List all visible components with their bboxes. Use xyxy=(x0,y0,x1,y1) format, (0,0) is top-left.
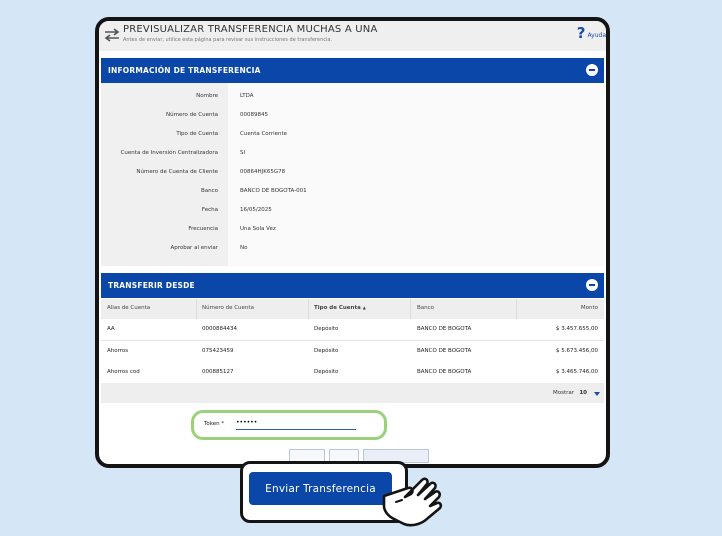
info-label: Número de Cuenta de Cliente xyxy=(136,169,218,175)
column-header-number[interactable]: Número de Cuenta xyxy=(202,305,254,311)
info-label: Cuenta de Inversión Centralizadora xyxy=(120,150,218,156)
transfer-arrows-icon xyxy=(104,28,120,42)
cell-alias: AA xyxy=(107,326,115,332)
token-label: Token * xyxy=(204,421,225,427)
cell-amount: $ 3.457.655,00 xyxy=(556,326,598,332)
cell-number: 075423459 xyxy=(202,348,234,354)
info-value: 00089845 xyxy=(240,112,268,118)
cell-bank: BANCO DE BOGOTA xyxy=(417,369,472,375)
cell-bank: BANCO DE BOGOTA xyxy=(417,348,472,354)
info-label: Número de Cuenta xyxy=(166,112,218,118)
info-row: Nombre LTDA xyxy=(101,88,604,106)
info-row: Número de Cuenta 00089845 xyxy=(101,107,604,125)
info-section-header[interactable]: INFORMACIÓN DE TRANSFERENCIA xyxy=(101,58,604,83)
info-row: Aprobar al enviar No xyxy=(101,240,604,258)
info-value: LTDA xyxy=(240,93,254,99)
info-value: Cuenta Corriente xyxy=(240,131,288,137)
info-label: Fecha xyxy=(201,207,218,213)
transfer-from-header[interactable]: TRANSFERIR DESDE xyxy=(101,273,604,298)
cell-type: Depósito xyxy=(314,326,339,332)
info-value: No xyxy=(240,245,248,251)
info-row: Fecha 16/05/2025 xyxy=(101,202,604,220)
collapse-minus-icon[interactable] xyxy=(586,64,598,76)
table-row[interactable]: AA 0000884434 Depósito BANCO DE BOGOTA $… xyxy=(101,319,604,341)
column-divider xyxy=(196,299,197,319)
info-label: Tipo de Cuenta xyxy=(176,131,218,137)
chevron-down-icon[interactable] xyxy=(594,392,600,396)
collapse-minus-icon[interactable] xyxy=(586,279,598,291)
info-value: BANCO DE BOGOTA-001 xyxy=(240,188,307,194)
column-header-type-label[interactable]: Tipo de Cuenta xyxy=(314,305,361,311)
help-link[interactable]: ? Ayuda xyxy=(577,24,606,42)
page-subtitle: Antes de enviar, utilice esta página par… xyxy=(123,37,333,43)
send-transfer-button[interactable]: Enviar Transferencia xyxy=(249,472,392,505)
cell-bank: BANCO DE BOGOTA xyxy=(417,326,472,332)
info-row: Frecuencia Una Sola Vez xyxy=(101,221,604,239)
cell-number: 0000884434 xyxy=(202,326,237,332)
info-row: Cuenta de Inversión Centralizadora SI xyxy=(101,145,604,163)
page-size-label: Mostrar xyxy=(552,390,574,396)
page-header: PREVISUALIZAR TRANSFERENCIA MUCHAS A UNA… xyxy=(99,21,606,51)
cell-number: 000885127 xyxy=(202,369,234,375)
browser-window: PREVISUALIZAR TRANSFERENCIA MUCHAS A UNA… xyxy=(95,17,610,468)
info-value: SI xyxy=(240,150,246,156)
cell-amount: $ 5.673.456,00 xyxy=(556,348,598,354)
info-label: Frecuencia xyxy=(188,226,218,232)
pointing-hand-icon xyxy=(382,477,443,527)
question-mark-icon[interactable]: ? xyxy=(577,24,586,42)
page-title: PREVISUALIZAR TRANSFERENCIA MUCHAS A UNA xyxy=(123,24,378,35)
info-section-title: INFORMACIÓN DE TRANSFERENCIA xyxy=(108,66,261,75)
table-row[interactable]: Ahorros 075423459 Depósito BANCO DE BOGO… xyxy=(101,341,604,363)
table-header: Alias de Cuenta Número de Cuenta Tipo de… xyxy=(101,299,604,319)
info-panel: Nombre LTDA Número de Cuenta 00089845 Ti… xyxy=(101,83,604,266)
info-row: Banco BANCO DE BOGOTA-001 xyxy=(101,183,604,201)
column-header-amount[interactable]: Monto xyxy=(581,305,598,311)
info-label: Banco xyxy=(200,188,218,194)
table-row[interactable]: Ahorros cod 000885127 Depósito BANCO DE … xyxy=(101,362,604,384)
token-input[interactable] xyxy=(236,416,356,430)
pagination-bar: Mostrar 10 xyxy=(101,383,604,403)
cell-type: Depósito xyxy=(314,348,339,354)
info-label: Aprobar al enviar xyxy=(170,245,218,251)
column-header-alias[interactable]: Alias de Cuenta xyxy=(107,305,150,311)
column-header-type[interactable]: Tipo de Cuenta ▲ xyxy=(314,305,366,311)
cell-amount: $ 3.465.746,00 xyxy=(556,369,598,375)
info-row: Número de Cuenta de Cliente 00864HJK65G7… xyxy=(101,164,604,182)
page-size-select[interactable]: 10 xyxy=(579,390,587,396)
info-row: Tipo de Cuenta Cuenta Corriente xyxy=(101,126,604,144)
column-divider xyxy=(516,299,517,319)
column-header-bank[interactable]: Banco xyxy=(417,305,434,311)
cell-alias: Ahorros xyxy=(107,348,129,354)
sort-ascending-icon[interactable]: ▲ xyxy=(363,305,366,310)
column-divider xyxy=(410,299,411,319)
info-value: Una Sola Vez xyxy=(240,226,276,232)
token-highlight: Token * xyxy=(191,410,387,440)
info-value: 16/05/2025 xyxy=(240,207,272,213)
info-label: Nombre xyxy=(196,93,218,99)
info-value: 00864HJK65G78 xyxy=(240,169,286,175)
cell-type: Depósito xyxy=(314,369,339,375)
help-label[interactable]: Ayuda xyxy=(587,32,606,39)
transfer-from-title: TRANSFERIR DESDE xyxy=(108,281,195,290)
cell-alias: Ahorros cod xyxy=(107,369,140,375)
column-divider xyxy=(308,299,309,319)
